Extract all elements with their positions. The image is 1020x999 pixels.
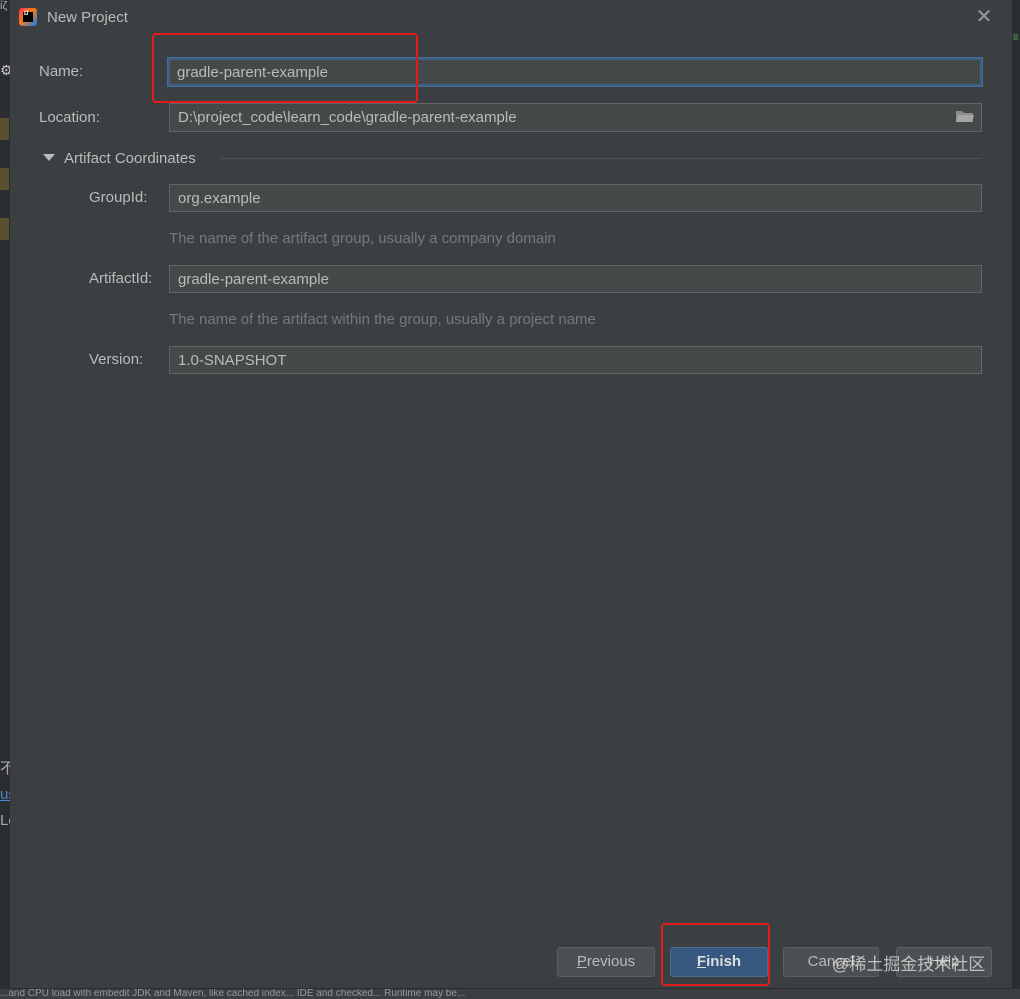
logo-text: IJ bbox=[24, 11, 29, 17]
groupid-input[interactable] bbox=[169, 184, 982, 212]
section-divider bbox=[220, 158, 982, 159]
artifactid-hint: The name of the artifact within the grou… bbox=[169, 311, 596, 328]
artifactid-label: ArtifactId: bbox=[89, 270, 153, 287]
background-marker: ≡ bbox=[1012, 30, 1020, 44]
dialog-titlebar[interactable]: IJ New Project ✕ bbox=[10, 0, 1012, 36]
intellij-logo-icon: IJ bbox=[19, 8, 37, 26]
background-ide-right-edge: ≡ bbox=[1012, 0, 1020, 999]
gear-icon: ⚙ bbox=[0, 62, 13, 78]
location-input[interactable] bbox=[169, 103, 982, 132]
version-input[interactable] bbox=[169, 346, 982, 374]
new-project-dialog: IJ New Project ✕ Name: Location: Artifac… bbox=[10, 0, 1013, 988]
dialog-title: New Project bbox=[47, 9, 128, 26]
name-label: Name: bbox=[39, 63, 84, 80]
location-label: Location: bbox=[39, 109, 100, 126]
watermark: @稀土掘金技术社区 bbox=[832, 955, 986, 974]
annotation-box-finish bbox=[661, 923, 770, 986]
annotation-box-name bbox=[152, 33, 418, 103]
previous-button[interactable]: Previous bbox=[557, 947, 655, 977]
artifact-coordinates-title: Artifact Coordinates bbox=[64, 150, 196, 167]
folder-icon[interactable] bbox=[956, 110, 974, 123]
location-field bbox=[169, 103, 982, 132]
background-fragment: ίζ bbox=[0, 0, 8, 12]
background-marker bbox=[0, 168, 9, 190]
previous-label: revious bbox=[586, 953, 636, 970]
previous-mnemonic: P bbox=[576, 953, 587, 970]
background-ide-left-edge: ίζ ⚙ 不 us Le bbox=[0, 0, 17, 999]
background-status-bar: ...and CPU load with embedit JDK and Mav… bbox=[0, 989, 1020, 999]
artifactid-input[interactable] bbox=[169, 265, 982, 293]
groupid-hint: The name of the artifact group, usually … bbox=[169, 230, 556, 247]
triangle-down-icon bbox=[43, 154, 55, 161]
background-marker bbox=[0, 118, 9, 140]
version-label: Version: bbox=[89, 351, 144, 368]
close-icon[interactable]: ✕ bbox=[974, 7, 994, 27]
background-marker bbox=[0, 218, 9, 240]
groupid-label: GroupId: bbox=[89, 189, 148, 206]
